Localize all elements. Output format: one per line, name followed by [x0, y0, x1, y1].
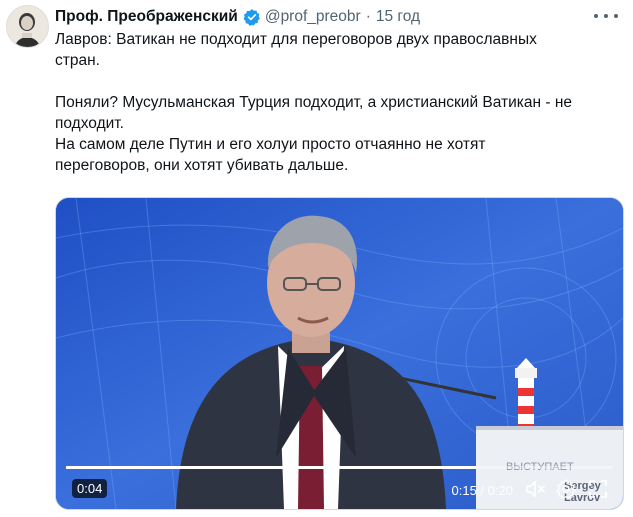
verified-badge-icon — [243, 8, 261, 26]
tweet-header: Проф. Преображенский @prof_preobr · 15 г… — [55, 7, 420, 27]
fullscreen-icon[interactable] — [588, 479, 608, 499]
tweet-text-line: Лавров: Ватикан не подходит для перегово… — [55, 31, 537, 48]
video-progress-fill — [66, 466, 477, 469]
tweet-text-line: стран. — [55, 52, 100, 69]
video-time-position: 0:15 / 0:20 — [451, 483, 513, 498]
settings-gear-icon[interactable] — [555, 478, 577, 500]
tweet-text: Лавров: Ватикан не подходит для перегово… — [55, 29, 615, 176]
tweet-text-line: На самом деле Путин и его холуи просто о… — [55, 136, 486, 153]
author-handle[interactable]: @prof_preobr — [265, 8, 361, 26]
video-progress-bar[interactable] — [66, 466, 613, 469]
separator-dot: · — [365, 8, 371, 25]
tweet-timestamp[interactable]: 15 год — [376, 8, 420, 26]
author-name[interactable]: Проф. Преображенский — [55, 8, 238, 26]
tweet-text-line: переговоров, они хотят убивать дальше. — [55, 157, 349, 174]
tweet[interactable]: Проф. Преображенский @prof_preobr · 15 г… — [0, 0, 633, 517]
more-icon[interactable] — [594, 8, 618, 24]
video-frame: ВЫСТУПАЕТ — [56, 198, 623, 509]
elapsed-time-badge: 0:04 — [72, 479, 108, 498]
tweet-text-line: Поняли? Мусульманская Турция подходит, а… — [55, 94, 573, 111]
video-player[interactable]: ВЫСТУПАЕТ Sergey Lavrov 0:04 0:15 / 0:20 — [55, 197, 624, 510]
tweet-text-line: подходит. — [55, 115, 124, 132]
author-avatar[interactable] — [6, 5, 49, 48]
volume-mute-icon[interactable] — [524, 479, 546, 499]
